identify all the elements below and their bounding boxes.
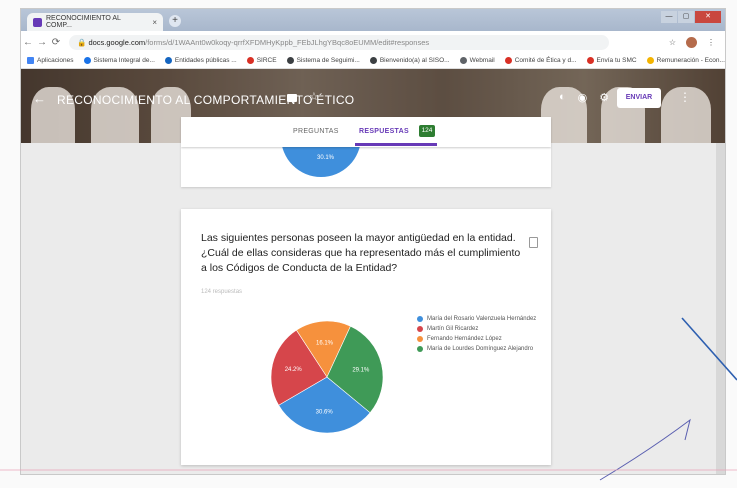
palette-icon[interactable]: ◐ xyxy=(559,91,566,104)
legend-item: Martín Gil Ricardez xyxy=(417,325,547,333)
legend-label: Fernando Hernández López xyxy=(427,336,502,342)
forward-icon[interactable]: → xyxy=(35,37,49,48)
bookmark-item[interactable]: Comité de Ética y d... xyxy=(504,57,577,64)
bookmark-icon xyxy=(83,57,91,64)
close-window-button[interactable]: ✕ xyxy=(695,11,721,23)
bookmark-item[interactable]: Remuneración - Econ... xyxy=(646,57,725,64)
url-host: docs.google.com xyxy=(88,37,146,47)
bookmark-icon xyxy=(246,57,254,64)
bookmark-item[interactable]: Sistema Integral de... xyxy=(83,57,155,64)
active-tab-indicator xyxy=(355,143,437,146)
address-bar: ← → ⟳ 🔒 docs.google.com /forms/d/1WAAnt0… xyxy=(21,31,725,53)
bookmark-icon xyxy=(369,57,377,64)
reload-icon[interactable]: ⟳ xyxy=(49,37,63,48)
bookmark-icon xyxy=(586,57,594,64)
star-icon[interactable]: ☆ xyxy=(309,90,319,103)
back-arrow-icon[interactable]: ← xyxy=(33,91,46,106)
tab-questions[interactable]: PREGUNTAS xyxy=(293,128,339,135)
legend-label: María de Lourdes Domínguez Alejandro xyxy=(427,346,534,352)
right-scrollbar[interactable] xyxy=(716,143,725,474)
settings-gear-icon[interactable]: ⚙ xyxy=(599,91,609,104)
url-path: /forms/d/1WAAnt0w0koqy-qrrfXFDMHyKppb_FE… xyxy=(145,37,430,47)
tab-title: RECONOCIMIENTO AL COMP... xyxy=(45,15,121,29)
url-field[interactable]: 🔒 docs.google.com /forms/d/1WAAnt0w0koqy… xyxy=(69,34,609,50)
bookmarks-bar: Aplicaciones Sistema Integral de... Enti… xyxy=(21,53,725,69)
header-tools: ◐ ◉ ⚙ xyxy=(559,91,609,104)
legend-item: María de Lourdes Domínguez Alejandro xyxy=(417,345,547,353)
maximize-button[interactable]: ▢ xyxy=(678,11,694,23)
profile-avatar[interactable] xyxy=(686,36,697,48)
minimize-button[interactable]: — xyxy=(661,11,677,23)
forms-favicon-icon xyxy=(33,17,42,27)
bookmark-item[interactable]: Envía tu SMC xyxy=(586,57,637,64)
tab-responses[interactable]: RESPUESTAS xyxy=(359,128,409,135)
responses-count-badge: 124 xyxy=(419,125,435,137)
close-icon[interactable]: × xyxy=(152,18,157,27)
bookmark-icon xyxy=(504,57,512,64)
apps-icon xyxy=(27,57,34,64)
chart-legend: María del Rosario Valenzuela Hernández M… xyxy=(417,315,547,355)
menu-icon[interactable]: ⋮ xyxy=(707,38,715,47)
previous-question-card: 30.1% xyxy=(181,147,551,187)
bookmark-item[interactable]: Entidades públicas ... xyxy=(164,57,237,64)
legend-item: Fernando Hernández López xyxy=(417,335,547,343)
legend-label: María del Rosario Valenzuela Hernández xyxy=(427,316,537,322)
bookmark-item[interactable]: SIRCE xyxy=(246,57,277,64)
partial-pie-chart: 30.1% xyxy=(282,147,360,177)
address-bar-actions: ☆ ⋮ xyxy=(669,36,715,48)
lock-icon: 🔒 xyxy=(77,37,89,47)
pie-value-label: 24.2% xyxy=(285,367,303,373)
copy-chart-icon[interactable] xyxy=(529,237,538,248)
pie-value-label: 29.1% xyxy=(352,367,370,373)
legend-swatch xyxy=(417,336,423,342)
bookmark-icon xyxy=(286,57,294,64)
send-button[interactable]: ENVIAR xyxy=(617,88,661,108)
pie-value-label: 16.1% xyxy=(316,340,334,346)
pie-slice-partial xyxy=(282,147,360,177)
pie-value-label: 30.6% xyxy=(316,410,334,416)
legend-item: María del Rosario Valenzuela Hernández xyxy=(417,315,547,323)
bookmark-item[interactable]: Aplicaciones xyxy=(27,57,74,64)
legend-swatch xyxy=(417,346,423,352)
new-tab-button[interactable]: + xyxy=(169,15,181,27)
legend-label: Martín Gil Ricardez xyxy=(427,326,479,332)
folder-icon[interactable] xyxy=(287,94,297,102)
browser-titlebar: RECONOCIMIENTO AL COMP... × + — ▢ ✕ xyxy=(21,9,725,31)
bookmark-icon xyxy=(646,57,654,64)
response-count: 124 respuestas xyxy=(201,289,243,295)
browser-window: RECONOCIMIENTO AL COMP... × + — ▢ ✕ ← → … xyxy=(20,8,726,475)
photo-frame: RECONOCIMIENTO AL COMP... × + — ▢ ✕ ← → … xyxy=(0,0,737,488)
question-summary-card: Las siguientes personas poseen la mayor … xyxy=(181,209,551,465)
window-controls: — ▢ ✕ xyxy=(661,11,721,23)
questions-responses-tabs: PREGUNTAS RESPUESTAS 124 xyxy=(181,117,551,147)
preview-eye-icon[interactable]: ◉ xyxy=(578,91,588,104)
bookmark-star-icon[interactable]: ☆ xyxy=(669,38,676,47)
bookmark-item[interactable]: Bienvenido(a) al SISO... xyxy=(369,57,450,64)
bookmark-icon xyxy=(459,57,467,64)
legend-swatch xyxy=(417,316,423,322)
pie-chart: 30.6% 24.2% 16.1% 29.1% xyxy=(270,320,384,434)
bookmark-item[interactable]: Sistema de Seguimi... xyxy=(286,57,360,64)
bookmark-icon xyxy=(164,57,172,64)
legend-swatch xyxy=(417,326,423,332)
back-icon[interactable]: ← xyxy=(21,37,35,48)
more-options-icon[interactable]: ⋮ xyxy=(679,90,691,104)
question-title: Las siguientes personas poseen la mayor … xyxy=(201,232,521,274)
pie-label-partial: 30.1% xyxy=(317,155,335,161)
bookmark-item[interactable]: Webmail xyxy=(459,57,495,64)
browser-tab[interactable]: RECONOCIMIENTO AL COMP... × xyxy=(27,13,163,31)
